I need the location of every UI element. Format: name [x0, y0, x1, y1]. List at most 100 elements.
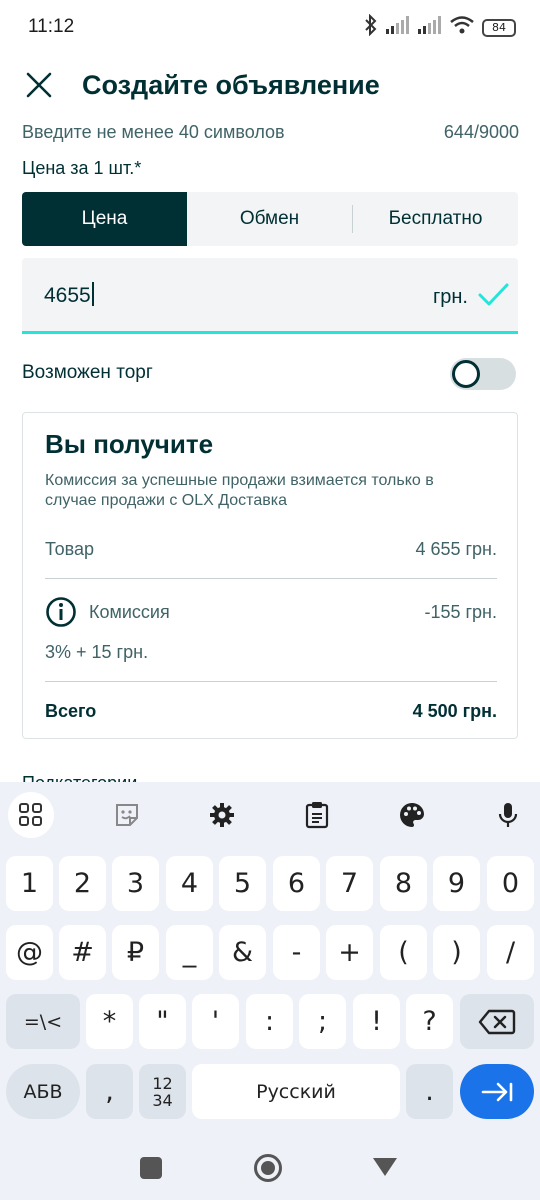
key-1[interactable]: 1 [6, 856, 53, 911]
key-at[interactable]: @ [6, 925, 53, 980]
total-value: 4 500 грн. [412, 701, 497, 721]
summary-title: Вы получите [45, 429, 214, 459]
theme-button[interactable] [389, 792, 435, 838]
divider [45, 681, 497, 682]
close-button[interactable] [22, 68, 56, 102]
summary-description: Комиссия за успешные продажи взимается т… [45, 472, 434, 509]
clipboard-icon [305, 802, 329, 829]
character-counter: 644/9000 [443, 122, 519, 142]
signal-icon-2 [418, 16, 442, 39]
key-comma[interactable]: , [86, 1064, 133, 1119]
key-single-quote[interactable]: ' [192, 994, 239, 1049]
tab-price[interactable]: Цена [22, 192, 187, 246]
tab-free[interactable]: Бесплатно [353, 192, 518, 246]
key-0[interactable]: 0 [487, 856, 534, 911]
item-label: Товар [45, 539, 94, 559]
signal-icon-1 [386, 16, 410, 39]
numpad-key[interactable]: 12 34 [139, 1064, 186, 1119]
key-minus[interactable]: - [273, 925, 320, 980]
negotiable-label: Возможен торг [22, 362, 153, 383]
key-4[interactable]: 4 [166, 856, 213, 911]
bluetooth-icon [364, 13, 378, 41]
close-icon [26, 72, 52, 98]
backspace-key[interactable] [460, 994, 534, 1049]
settings-button[interactable] [199, 792, 245, 838]
keyboard-toolbar [0, 782, 540, 846]
status-time: 11:12 [28, 16, 75, 37]
gear-icon [210, 803, 234, 827]
price-input-value: 4655 [44, 282, 94, 308]
system-nav-bar [0, 1140, 540, 1200]
key-open-paren[interactable]: ( [380, 925, 427, 980]
numpad-key-bottom: 34 [152, 1090, 173, 1110]
item-value: 4 655 грн. [415, 539, 497, 559]
key-underscore[interactable]: _ [166, 925, 213, 980]
home-button[interactable] [254, 1154, 282, 1182]
key-5[interactable]: 5 [219, 856, 266, 911]
key-ampersand[interactable]: & [219, 925, 266, 980]
toggle-knob [452, 360, 480, 388]
apps-grid-icon [19, 803, 42, 826]
key-7[interactable]: 7 [326, 856, 373, 911]
price-value-text: 4655 [44, 284, 91, 307]
key-colon[interactable]: : [246, 994, 293, 1049]
key-hash[interactable]: # [59, 925, 106, 980]
tab-exchange[interactable]: Обмен [187, 192, 352, 246]
back-button[interactable] [373, 1158, 397, 1176]
commission-value: -155 грн. [424, 602, 497, 622]
home-dot [261, 1161, 275, 1175]
check-icon [476, 280, 510, 310]
description-hint: Введите не менее 40 символов [22, 122, 285, 142]
wifi-icon [450, 16, 474, 39]
price-label: Цена за 1 шт.* [22, 158, 142, 178]
key-question[interactable]: ? [406, 994, 453, 1049]
status-bar: 11:12 84 [0, 0, 540, 56]
commission-detail: 3% + 15 грн. [45, 642, 149, 662]
negotiable-toggle[interactable] [450, 358, 516, 390]
clipboard-button[interactable] [294, 792, 340, 838]
sticker-icon [116, 804, 138, 826]
key-3[interactable]: 3 [112, 856, 159, 911]
key-close-paren[interactable]: ) [433, 925, 480, 980]
apps-grid-button[interactable] [8, 792, 54, 838]
symbols-mode-key[interactable]: =\< [6, 994, 80, 1049]
keyboard: 1 2 3 4 5 6 7 8 9 0 @ # ₽ _ & - + ( ) / … [0, 782, 540, 1200]
numpad-key-top: 12 [152, 1073, 173, 1093]
key-semicolon[interactable]: ; [299, 994, 346, 1049]
voice-input-button[interactable] [485, 792, 531, 838]
header: Создайте объявление [0, 58, 540, 116]
price-type-selector: Цена Обмен Бесплатно [22, 192, 518, 246]
key-period[interactable]: . [406, 1064, 453, 1119]
tab-arrow-icon [481, 1082, 513, 1101]
key-slash[interactable]: / [487, 925, 534, 980]
price-input[interactable]: 4655 грн. [22, 258, 518, 334]
key-ruble[interactable]: ₽ [112, 925, 159, 980]
sticker-button[interactable] [104, 792, 150, 838]
text-cursor [91, 282, 94, 306]
commission-label: Комиссия [89, 602, 170, 622]
key-9[interactable]: 9 [433, 856, 480, 911]
status-icons: 84 [364, 13, 516, 41]
description-hint-row: Введите не менее 40 символов 644/9000 [22, 122, 519, 148]
key-plus[interactable]: + [326, 925, 373, 980]
recents-button[interactable] [140, 1157, 162, 1179]
enter-key[interactable] [460, 1064, 534, 1119]
page-title: Создайте объявление [82, 70, 380, 100]
key-2[interactable]: 2 [59, 856, 106, 911]
key-8[interactable]: 8 [380, 856, 427, 911]
abc-key[interactable]: АБВ [6, 1064, 80, 1119]
palette-icon [400, 803, 424, 827]
total-label: Всего [45, 701, 97, 721]
info-icon[interactable] [45, 596, 77, 628]
microphone-icon [498, 803, 518, 827]
key-asterisk[interactable]: * [86, 994, 133, 1049]
divider [45, 578, 497, 579]
key-exclamation[interactable]: ! [353, 994, 400, 1049]
key-6[interactable]: 6 [273, 856, 320, 911]
battery-icon: 84 [482, 18, 516, 37]
earnings-summary-card: Вы получите Комиссия за успешные продажи… [22, 412, 518, 739]
space-key[interactable]: Русский [192, 1064, 400, 1119]
currency-label: грн. [432, 286, 468, 308]
backspace-icon [478, 1009, 516, 1034]
key-double-quote[interactable]: " [139, 994, 186, 1049]
